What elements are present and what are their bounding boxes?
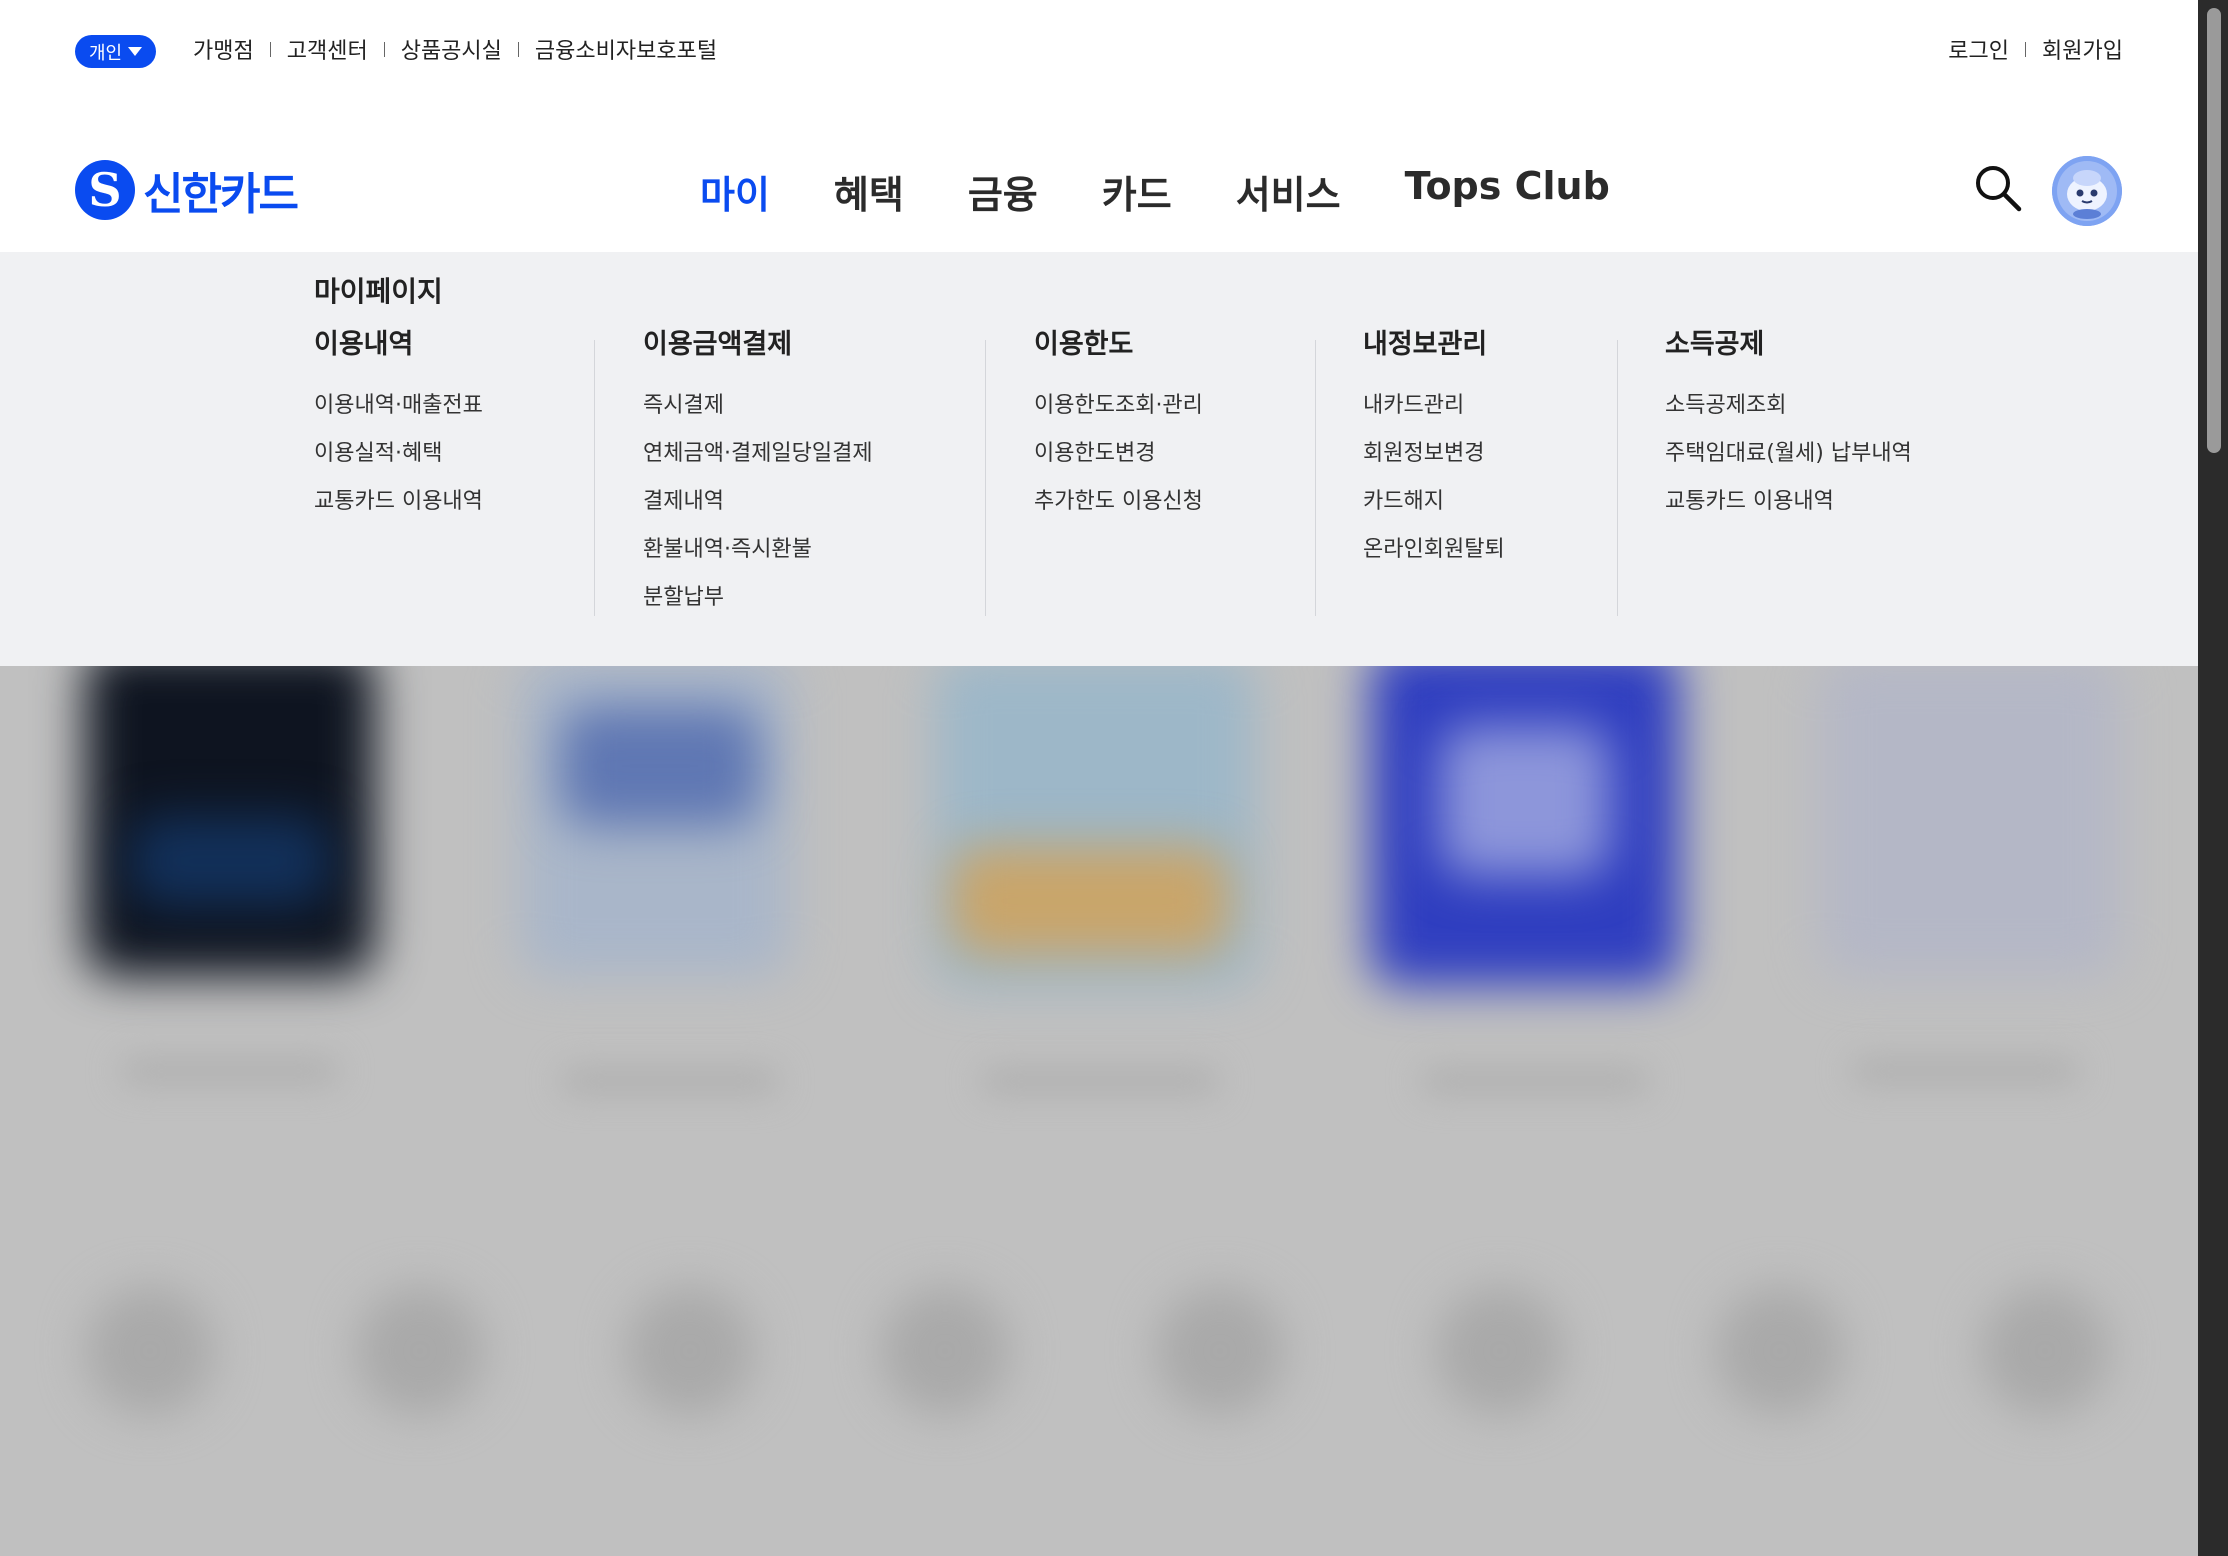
- vertical-scrollbar[interactable]: [2198, 0, 2228, 1556]
- blurred-icon: [1715, 1286, 1845, 1416]
- divider: [383, 41, 385, 57]
- nav-item-tops-club[interactable]: Tops Club: [1405, 164, 1610, 219]
- nav-item-service[interactable]: 서비스: [1236, 164, 1341, 219]
- menu-column-payment: 이용금액결제 즉시결제 연체금액·결제일당일결제 결제내역 환불내역·즉시환불 …: [643, 329, 873, 622]
- blurred-caption: [980, 1066, 1220, 1096]
- blurred-icon: [1980, 1286, 2110, 1416]
- nav-item-my[interactable]: 마이: [700, 164, 770, 219]
- mega-menu: 마이페이지 이용내역 이용내역·매출전표 이용실적·혜택 교통카드 이용내역 이…: [0, 252, 2198, 666]
- blurred-icon: [85, 1286, 215, 1416]
- nav-item-card[interactable]: 카드: [1102, 164, 1172, 219]
- dimmed-overlay: [0, 666, 2198, 1556]
- menu-item[interactable]: 교통카드 이용내역: [314, 478, 483, 526]
- column-heading[interactable]: 소득공제: [1665, 322, 1912, 361]
- utility-bar: 개인 가맹점 고객센터 상품공시실 금융소비자보호포털 로그인 회원가입: [0, 0, 2198, 100]
- login-link[interactable]: 로그인: [1948, 33, 2009, 65]
- logo-text: 신한카드: [143, 169, 299, 220]
- menu-column-limit: 이용한도 이용한도조회·관리 이용한도변경 추가한도 이용신청: [1034, 329, 1203, 526]
- page: 개인 가맹점 고객센터 상품공시실 금융소비자보호포털 로그인 회원가입 S 신…: [0, 0, 2198, 1556]
- blurred-caption: [1850, 1056, 2080, 1086]
- link-customer-center[interactable]: 고객센터: [287, 33, 368, 65]
- menu-item[interactable]: 연체금액·결제일당일결제: [643, 430, 873, 478]
- main-nav: 마이 혜택 금융 카드 서비스 Tops Club: [700, 164, 1610, 219]
- blurred-card-detail: [950, 846, 1230, 956]
- column-heading[interactable]: 이용내역: [314, 322, 483, 361]
- blurred-icon: [625, 1286, 755, 1416]
- column-heading[interactable]: 내정보관리: [1363, 322, 1505, 361]
- menu-item[interactable]: 추가한도 이용신청: [1034, 478, 1203, 526]
- menu-item[interactable]: 이용한도조회·관리: [1034, 382, 1203, 430]
- blurred-card-detail: [560, 706, 760, 826]
- mega-menu-title: 마이페이지: [314, 275, 443, 308]
- segment-label: 개인: [89, 42, 123, 64]
- scrollbar-thumb[interactable]: [2207, 8, 2221, 453]
- column-divider: [1315, 340, 1316, 616]
- link-consumer-protection[interactable]: 금융소비자보호포털: [535, 33, 717, 65]
- blurred-icon: [355, 1286, 485, 1416]
- divider: [2025, 41, 2027, 57]
- menu-item[interactable]: 결제내역: [643, 478, 873, 526]
- blurred-icon: [1435, 1286, 1565, 1416]
- blurred-icon: [1155, 1286, 1285, 1416]
- menu-item[interactable]: 주택임대료(월세) 납부내역: [1665, 430, 1912, 478]
- nav-item-finance[interactable]: 금융: [968, 164, 1038, 219]
- segment-selector[interactable]: 개인: [75, 35, 157, 68]
- column-divider: [1617, 340, 1618, 616]
- blurred-card-detail: [130, 816, 330, 906]
- menu-item[interactable]: 회원정보변경: [1363, 430, 1505, 478]
- menu-item[interactable]: 분할납부: [643, 574, 873, 622]
- signup-link[interactable]: 회원가입: [2042, 33, 2123, 65]
- menu-item[interactable]: 내카드관리: [1363, 382, 1505, 430]
- menu-item[interactable]: 환불내역·즉시환불: [643, 526, 873, 574]
- column-heading[interactable]: 이용한도: [1034, 322, 1203, 361]
- divider: [517, 41, 519, 57]
- blurred-caption: [1420, 1066, 1650, 1096]
- menu-item[interactable]: 즉시결제: [643, 382, 873, 430]
- menu-item[interactable]: 카드해지: [1363, 478, 1505, 526]
- blurred-caption: [120, 1056, 340, 1086]
- blurred-card-detail: [1440, 726, 1610, 876]
- auth-links: 로그인 회원가입: [1948, 33, 2123, 65]
- menu-column-my-info: 내정보관리 내카드관리 회원정보변경 카드해지 온라인회원탈퇴: [1363, 329, 1505, 574]
- brand-logo[interactable]: S 신한카드: [75, 158, 299, 222]
- search-icon[interactable]: [1973, 163, 2023, 213]
- menu-item[interactable]: 이용실적·혜택: [314, 430, 483, 478]
- menu-item[interactable]: 교통카드 이용내역: [1665, 478, 1912, 526]
- nav-item-benefits[interactable]: 혜택: [834, 164, 904, 219]
- menu-item[interactable]: 이용한도변경: [1034, 430, 1203, 478]
- utility-links: 가맹점 고객센터 상품공시실 금융소비자보호포털: [193, 33, 717, 65]
- menu-column-tax-deduction: 소득공제 소득공제조회 주택임대료(월세) 납부내역 교통카드 이용내역: [1665, 329, 1912, 526]
- divider: [269, 41, 271, 57]
- caret-down-icon: [128, 47, 143, 56]
- column-heading[interactable]: 이용금액결제: [643, 322, 873, 361]
- blurred-icon: [880, 1286, 1010, 1416]
- blurred-card-image: [1820, 666, 2120, 976]
- column-divider: [594, 340, 595, 616]
- shinhan-logo-icon: S: [75, 160, 135, 220]
- menu-column-usage: 이용내역 이용내역·매출전표 이용실적·혜택 교통카드 이용내역: [314, 329, 483, 526]
- link-product-disclosure[interactable]: 상품공시실: [401, 33, 502, 65]
- character-avatar-icon[interactable]: [2052, 156, 2122, 226]
- global-navigation: S 신한카드 마이 혜택 금융 카드 서비스 Tops Club: [0, 100, 2198, 252]
- menu-item[interactable]: 소득공제조회: [1665, 382, 1912, 430]
- blurred-caption: [560, 1066, 780, 1096]
- column-divider: [985, 340, 986, 616]
- menu-item[interactable]: 이용내역·매출전표: [314, 382, 483, 430]
- link-merchant[interactable]: 가맹점: [193, 33, 254, 65]
- menu-item[interactable]: 온라인회원탈퇴: [1363, 526, 1505, 574]
